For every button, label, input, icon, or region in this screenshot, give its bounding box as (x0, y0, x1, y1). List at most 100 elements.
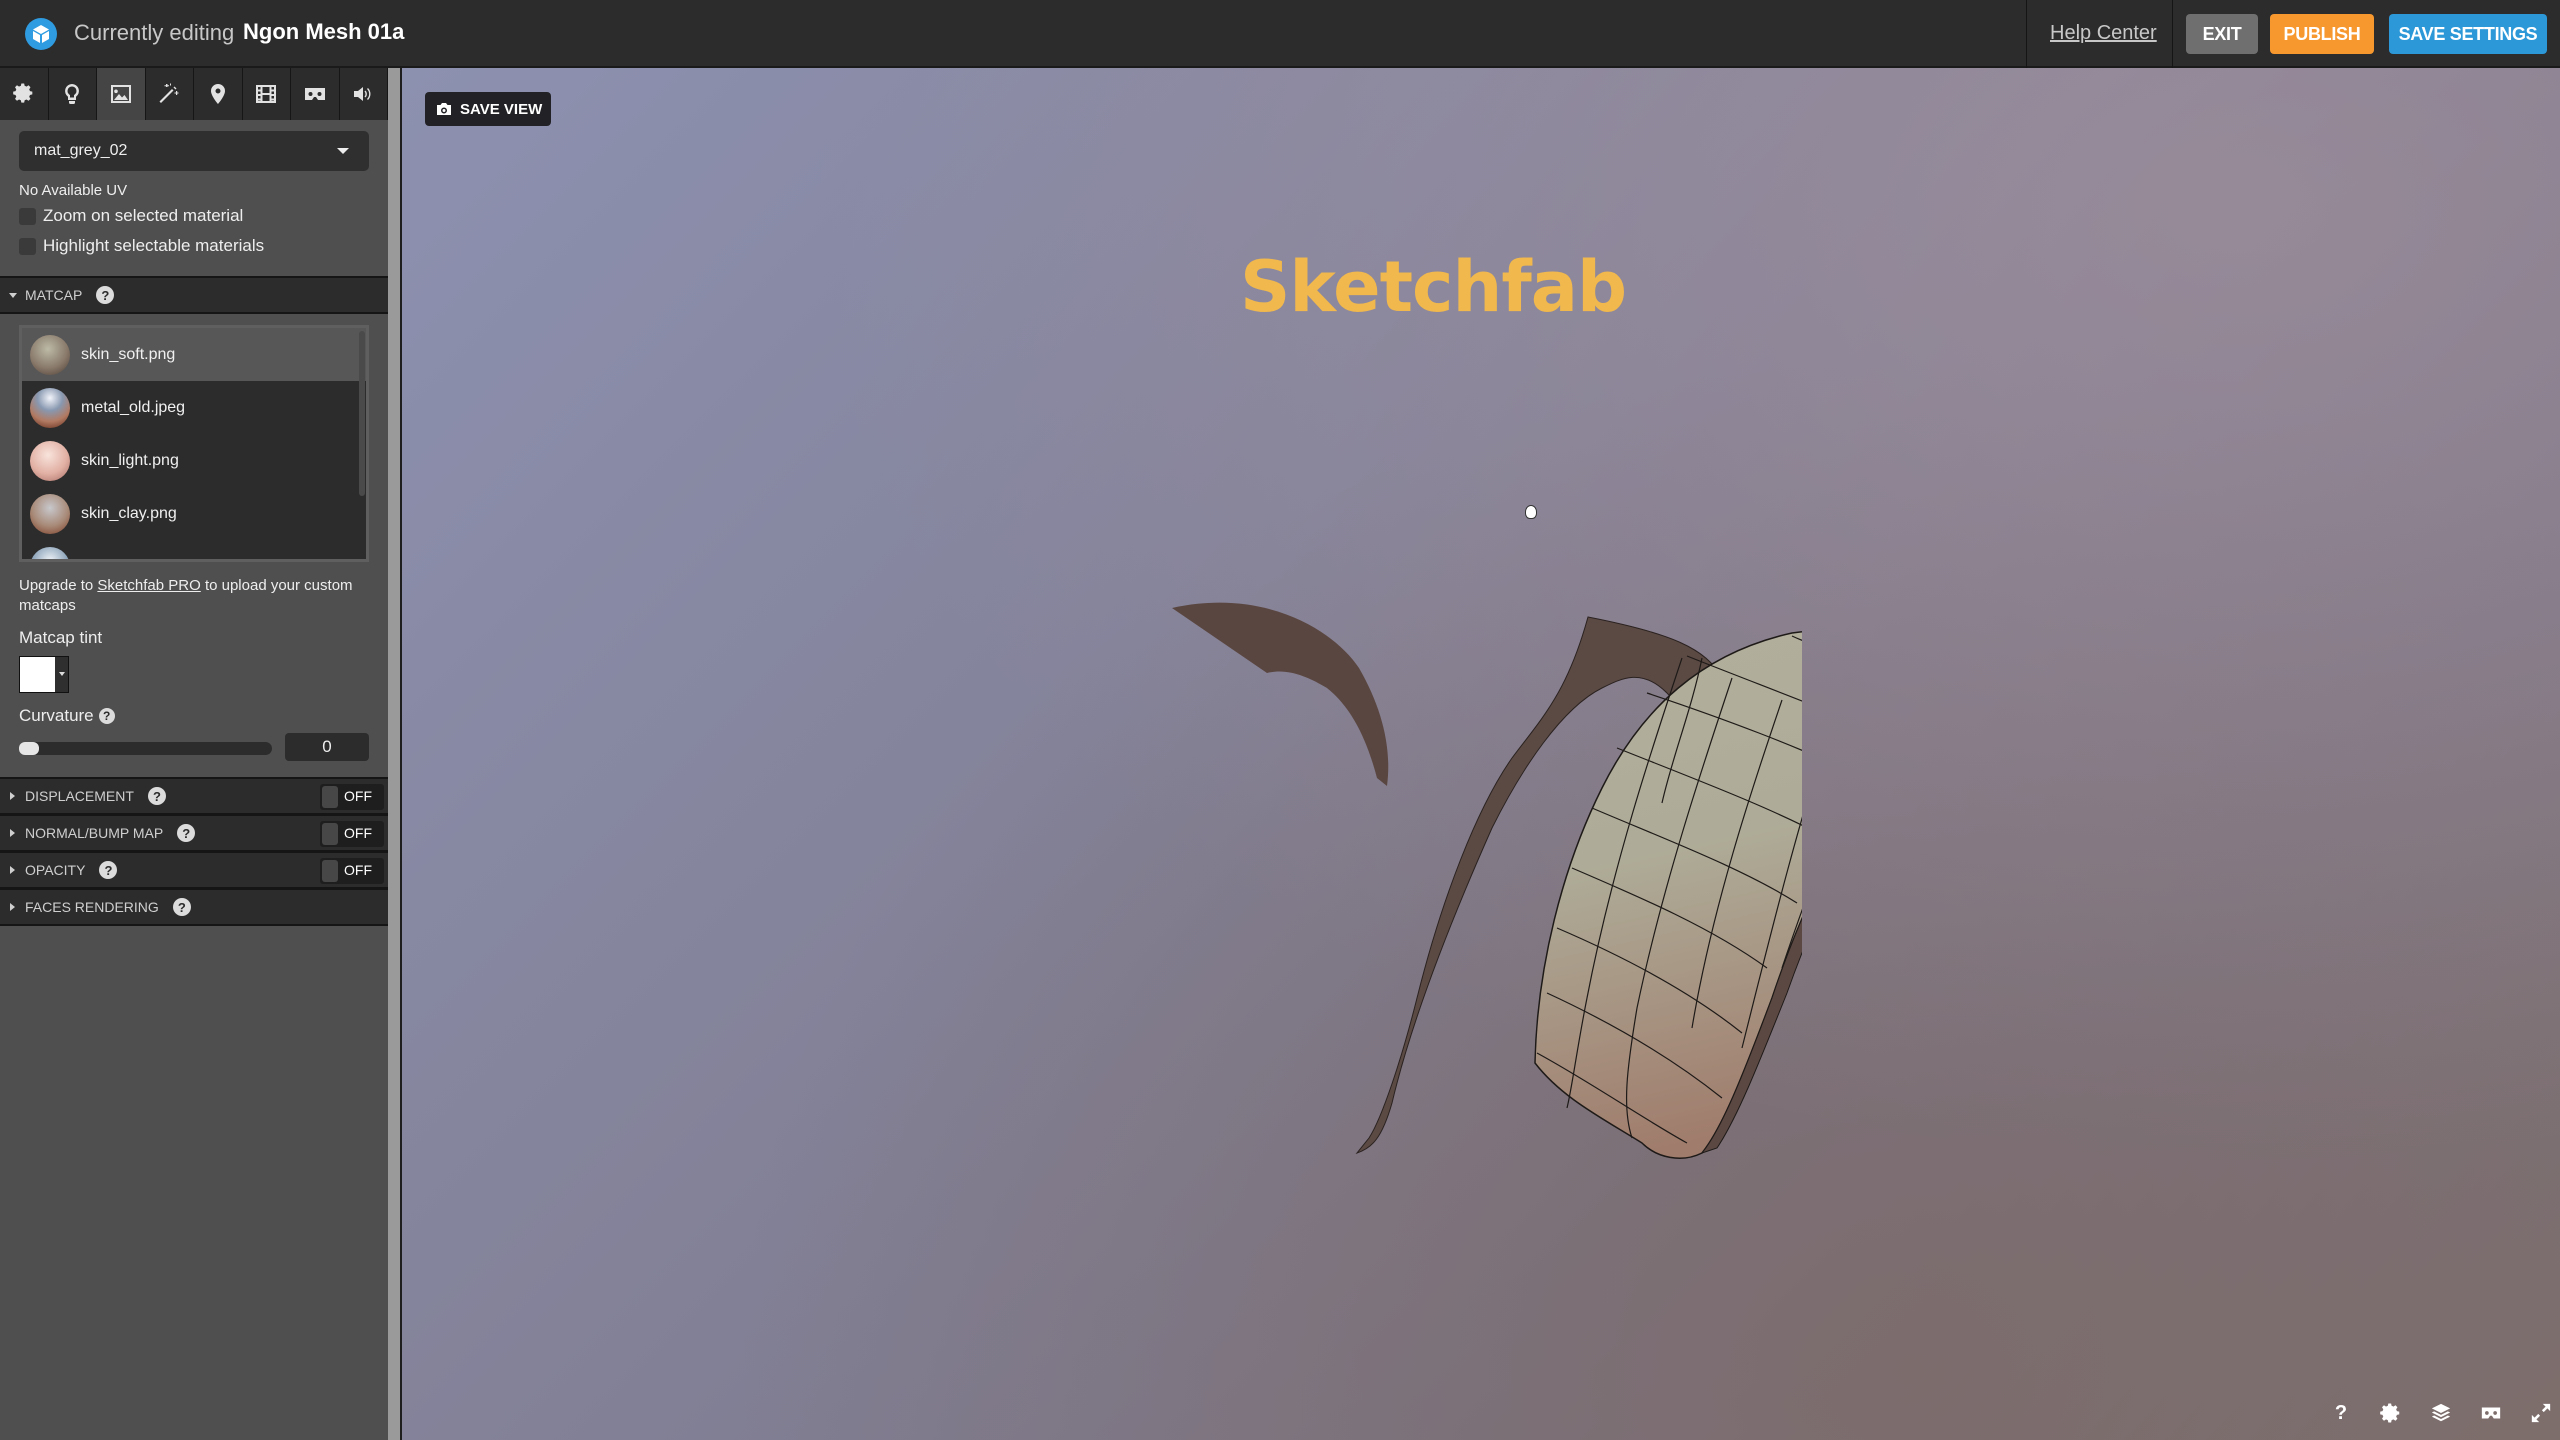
3d-model-arch-mesh[interactable] (1102, 478, 1802, 1178)
sound-icon (354, 87, 371, 101)
matcap-item[interactable]: skin_soft.png (22, 328, 366, 381)
no-uv-label: No Available UV (19, 182, 128, 199)
editing-label: Currently editing (74, 20, 235, 45)
matcap-item[interactable]: skin_light.png (22, 434, 366, 487)
save-view-button[interactable]: SAVE VIEW (425, 92, 551, 126)
help-icon[interactable]: ? (172, 898, 191, 916)
displacement-toggle[interactable]: OFF (320, 784, 384, 810)
material-select[interactable]: mat_grey_02 (19, 131, 369, 171)
image-icon (110, 85, 131, 103)
tab-annotations[interactable] (194, 68, 243, 120)
sidebar-scrollbar[interactable] (388, 68, 400, 1440)
tab-materials[interactable] (97, 68, 146, 120)
top-bar: Currently editing Ngon Mesh 01a Help Cen… (0, 0, 2560, 68)
section-faces-rendering[interactable]: FACES RENDERING ? (0, 888, 388, 926)
highlight-selectable-checkbox[interactable]: Highlight selectable materials (19, 236, 264, 256)
sketchfab-logo-icon[interactable] (25, 18, 57, 50)
curvature-slider[interactable] (19, 742, 272, 755)
curvature-label: Curvature ? (19, 706, 115, 726)
matcap-thumbnail (30, 440, 70, 481)
tab-vr[interactable] (291, 68, 340, 120)
3d-viewport[interactable]: SAVE VIEW Sketchfab ? (402, 68, 2560, 1440)
help-icon[interactable]: ? (2328, 1400, 2354, 1426)
toggle-knob (322, 823, 338, 845)
toggle-label: OFF (344, 825, 372, 841)
help-icon[interactable]: ? (98, 708, 115, 724)
header-divider (2172, 0, 2173, 68)
publish-button[interactable]: PUBLISH (2270, 14, 2374, 54)
checkbox-box[interactable] (19, 237, 36, 255)
camera-icon (437, 103, 451, 115)
vr-icon[interactable] (2478, 1400, 2504, 1426)
save-view-label: SAVE VIEW (460, 100, 543, 118)
hand-cursor-icon (1525, 505, 1537, 519)
tab-sound[interactable] (340, 68, 388, 120)
matcap-thumbnail (30, 493, 70, 534)
zoom-on-selected-checkbox[interactable]: Zoom on selected material (19, 206, 243, 226)
matcap-item[interactable]: metal_old.jpeg (22, 381, 366, 434)
section-title: FACES RENDERING (25, 899, 159, 915)
matcap-tint-picker[interactable] (19, 656, 69, 693)
matcap-list[interactable]: skin_soft.png metal_old.jpeg skin_light.… (19, 325, 369, 562)
checkbox-label: Highlight selectable materials (43, 236, 265, 255)
help-icon[interactable]: ? (177, 824, 196, 842)
exit-button[interactable]: EXIT (2186, 14, 2258, 54)
map-pin-icon (210, 84, 225, 104)
settings-tabs (0, 68, 388, 120)
matcap-item[interactable] (22, 540, 366, 559)
matcap-name: skin_light.png (81, 451, 179, 469)
sketchfab-watermark: Sketchfab (1240, 246, 1627, 328)
viewer-controls: ? (2328, 1400, 2554, 1426)
toggle-label: OFF (344, 862, 372, 878)
chevron-down-icon[interactable] (55, 657, 68, 692)
gear-icon (12, 83, 33, 103)
section-matcap[interactable]: MATCAP ? (0, 276, 388, 314)
settings-sidebar: mat_grey_02 No Available UV Zoom on sele… (0, 68, 388, 1440)
vr-headset-icon (304, 88, 325, 100)
curvature-input[interactable]: 0 (285, 733, 369, 761)
help-icon[interactable]: ? (147, 787, 166, 805)
film-icon (256, 85, 277, 103)
upgrade-notice: Upgrade to Sketchfab PRO to upload your … (19, 576, 379, 616)
help-icon[interactable]: ? (96, 286, 115, 304)
checkbox-box[interactable] (19, 207, 36, 225)
section-normal-bump-map[interactable]: NORMAL/BUMP MAP ? OFF (0, 814, 388, 852)
tab-lighting[interactable] (49, 68, 97, 120)
section-title: MATCAP (25, 287, 83, 303)
model-name: Ngon Mesh 01a (243, 19, 405, 44)
toggle-knob (322, 860, 338, 882)
matcap-name: skin_soft.png (81, 345, 176, 363)
matcap-item[interactable]: skin_clay.png (22, 487, 366, 540)
matcap-name: skin_clay.png (81, 504, 177, 522)
normal-bump-toggle[interactable]: OFF (320, 821, 384, 847)
curvature-slider-handle[interactable] (19, 742, 39, 755)
layers-icon[interactable] (2428, 1400, 2454, 1426)
chevron-down-icon (337, 148, 349, 154)
sketchfab-pro-link[interactable]: Sketchfab PRO (97, 577, 200, 594)
matcap-thumbnail (30, 387, 70, 428)
tab-animation[interactable] (243, 68, 291, 120)
magic-wand-icon (159, 83, 179, 103)
lightbulb-icon (65, 84, 80, 104)
section-title: NORMAL/BUMP MAP (25, 825, 164, 841)
header-divider (2026, 0, 2027, 68)
section-title: OPACITY (25, 862, 86, 878)
matcap-list-scrollbar[interactable] (359, 331, 365, 496)
curvature-label-text: Curvature (19, 706, 94, 725)
help-center-link[interactable]: Help Center (2050, 22, 2157, 45)
checkbox-label: Zoom on selected material (43, 206, 244, 225)
tint-color-swatch[interactable] (20, 657, 55, 692)
toggle-knob (322, 786, 338, 808)
settings-icon[interactable] (2378, 1400, 2404, 1426)
section-title: DISPLACEMENT (25, 788, 134, 804)
tab-post-processing[interactable] (146, 68, 194, 120)
opacity-toggle[interactable]: OFF (320, 858, 384, 884)
save-settings-button[interactable]: SAVE SETTINGS (2389, 14, 2547, 54)
fullscreen-icon[interactable] (2528, 1400, 2554, 1426)
help-icon[interactable]: ? (99, 861, 118, 879)
tab-general[interactable] (0, 68, 49, 120)
matcap-tint-label: Matcap tint (19, 628, 103, 647)
section-displacement[interactable]: DISPLACEMENT ? OFF (0, 777, 388, 815)
upgrade-text: Upgrade to (19, 577, 98, 594)
section-opacity[interactable]: OPACITY ? OFF (0, 851, 388, 889)
